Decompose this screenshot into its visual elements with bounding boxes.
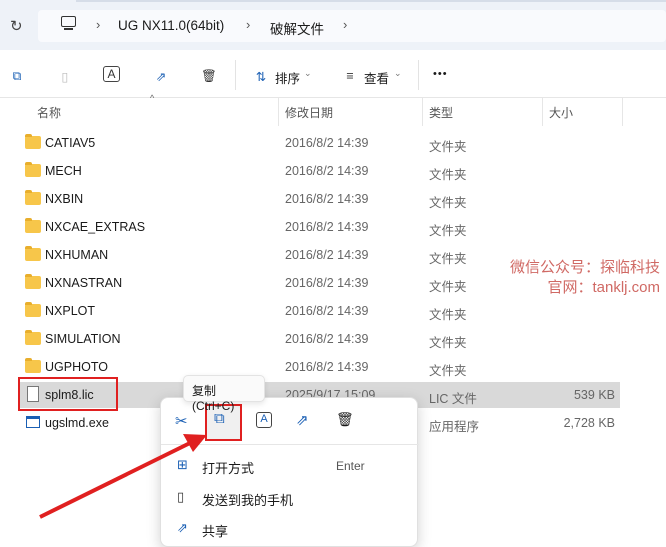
annotation-arrow (39, 434, 207, 519)
